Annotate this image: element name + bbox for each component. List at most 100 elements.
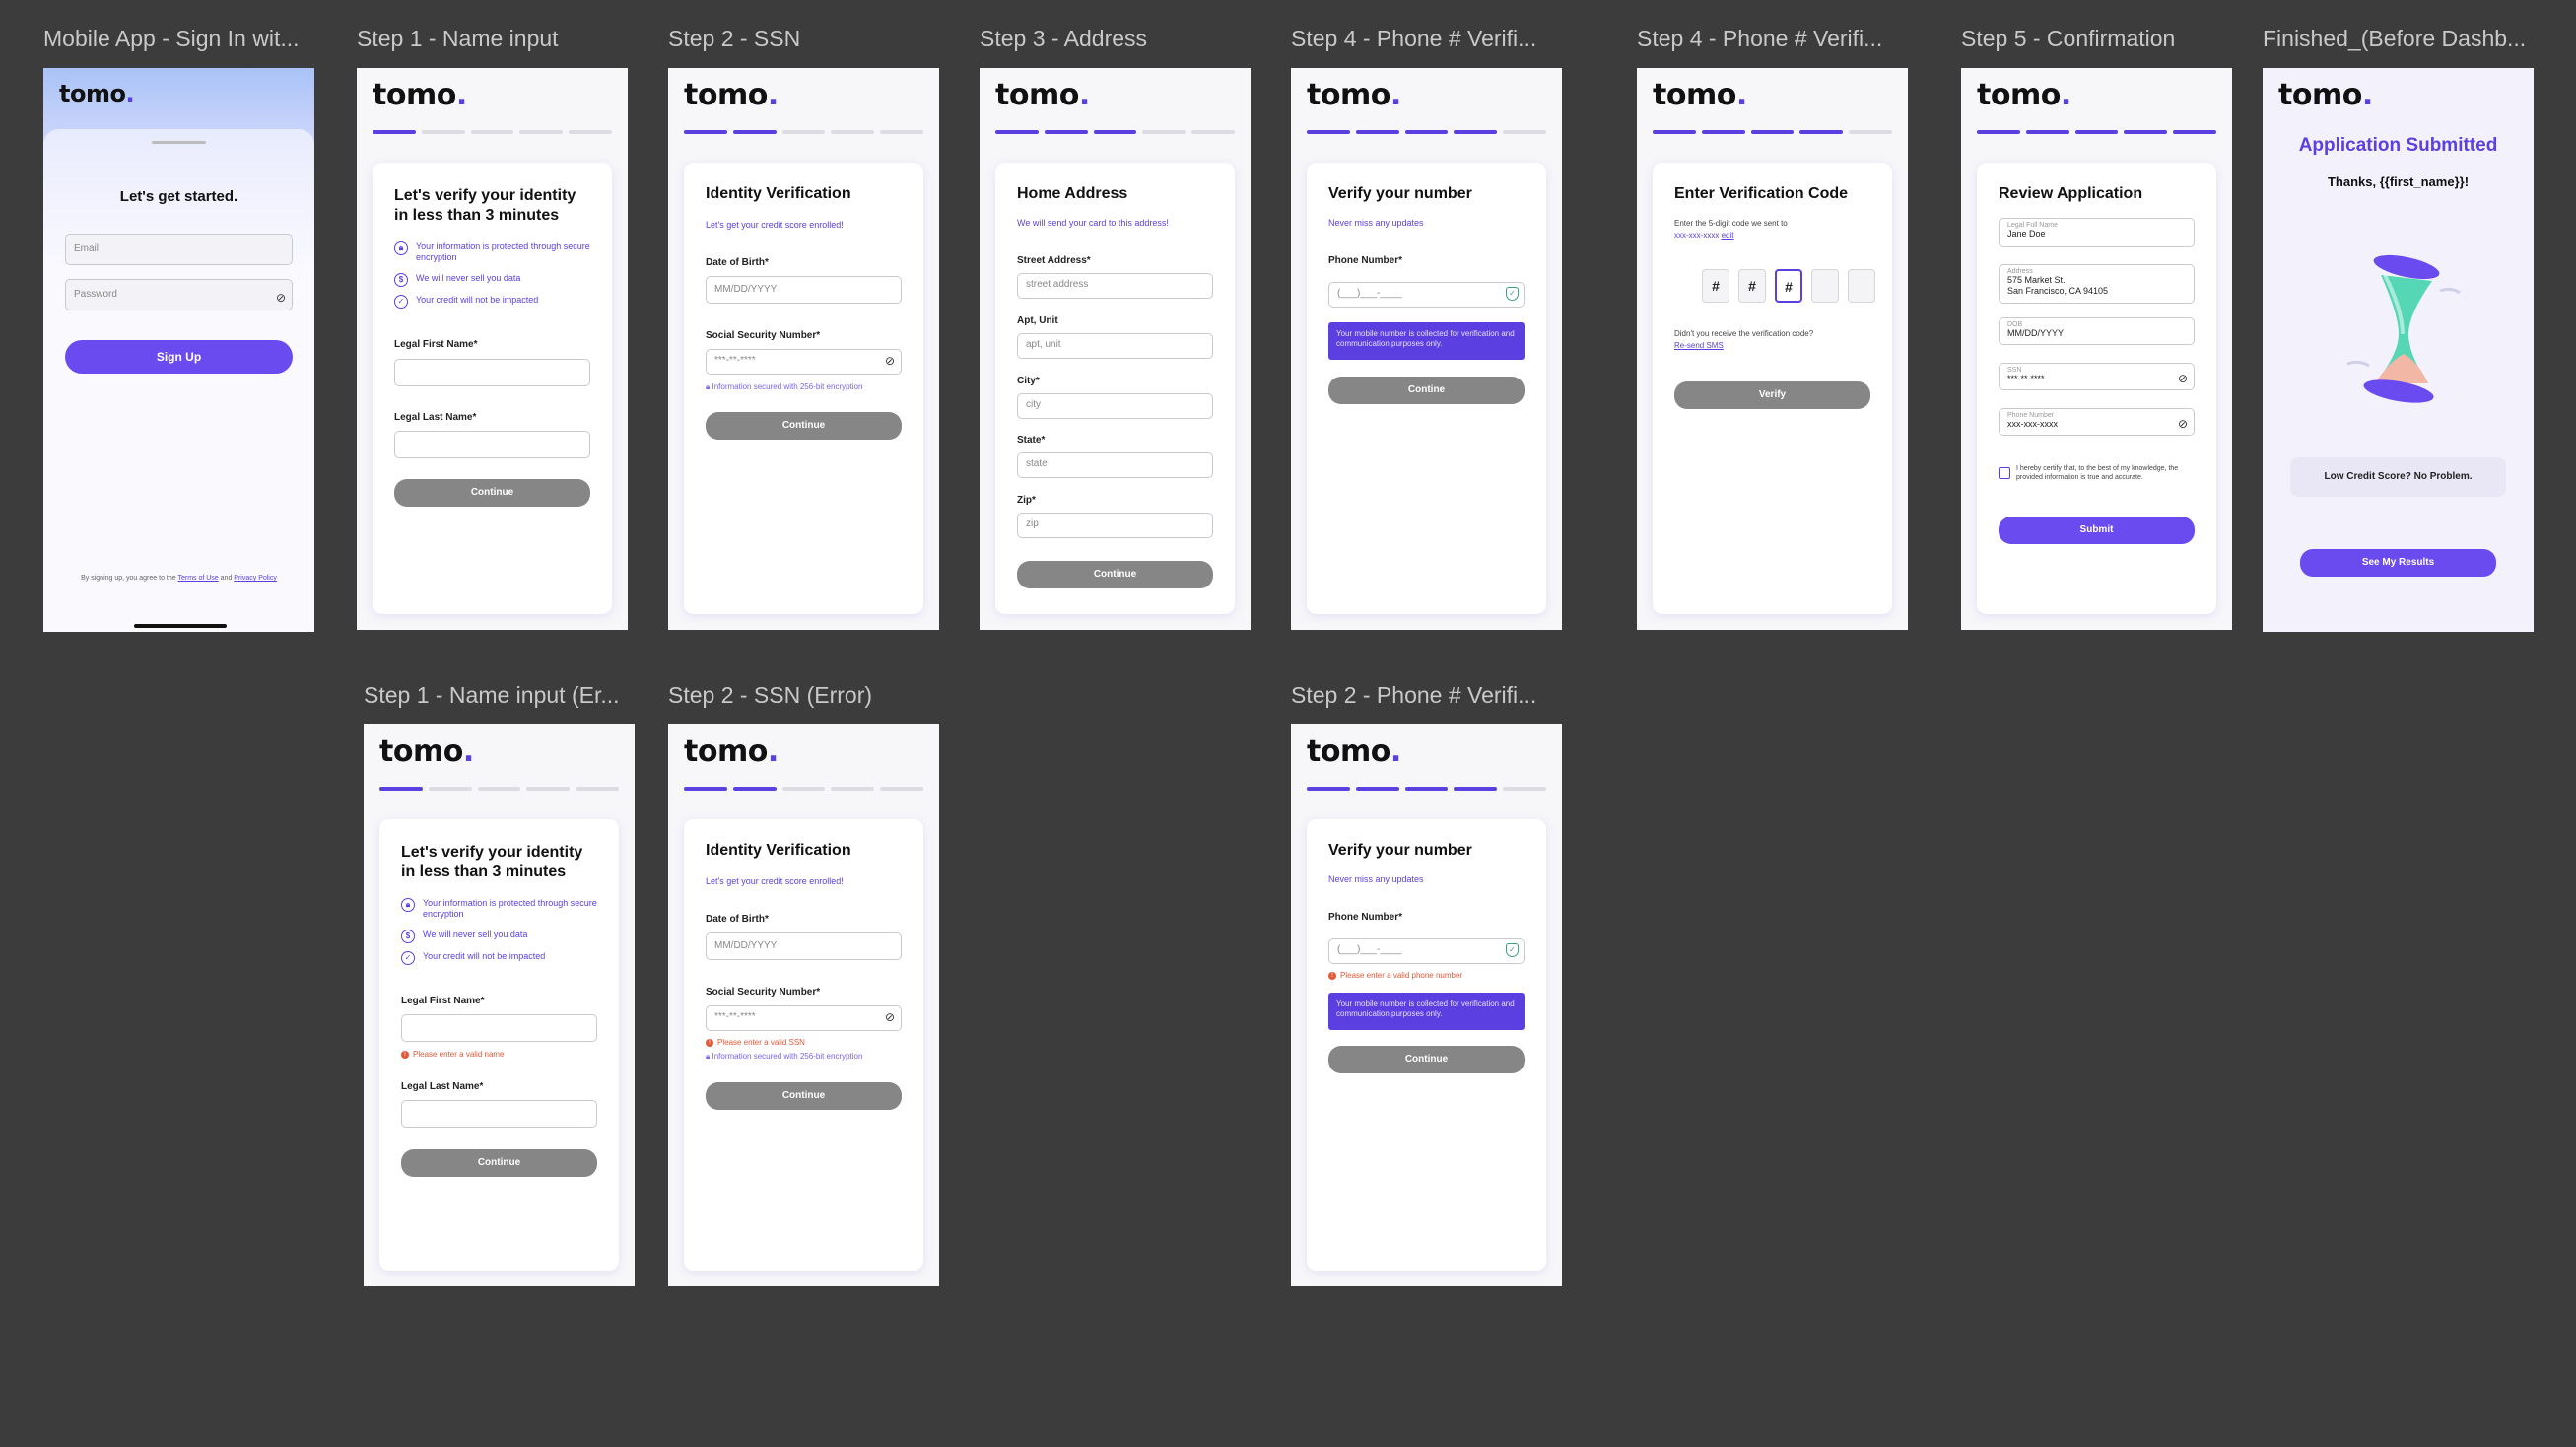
eye-slash-icon[interactable]: ⊘ bbox=[2178, 417, 2188, 431]
zip-input[interactable]: zip bbox=[1017, 513, 1213, 538]
phone-input[interactable]: (___)___-____ ✓ bbox=[1328, 938, 1525, 964]
continue-button[interactable]: Continue bbox=[401, 1149, 597, 1177]
lock-icon: 🔒︎ bbox=[401, 898, 415, 912]
privacy-link[interactable]: Privacy Policy bbox=[234, 575, 277, 582]
eye-slash-icon[interactable]: ⊘ bbox=[276, 288, 286, 308]
apt-label: Apt, Unit bbox=[1017, 315, 1058, 326]
review-address[interactable]: Address 575 Market St. San Francisco, CA … bbox=[1999, 264, 2195, 304]
street-label: Street Address* bbox=[1017, 255, 1091, 266]
ssn-input[interactable]: ***-**-**** ⊘ bbox=[706, 1005, 902, 1031]
frame-label-step2[interactable]: Step 2 - SSN bbox=[668, 26, 800, 52]
check-circle-icon: ✓ bbox=[401, 951, 415, 965]
review-ssn[interactable]: SSN ***-**-**** ⊘ bbox=[1999, 363, 2195, 390]
frame-label-step2-phone[interactable]: Step 2 - Phone # Verifi... bbox=[1291, 682, 1536, 709]
apt-input[interactable]: apt, unit bbox=[1017, 333, 1213, 359]
error-icon: ! bbox=[1328, 971, 1336, 980]
frame-step1-error: tomo. Let's verify your identity in less… bbox=[364, 724, 635, 1286]
dob-label: Date of Birth* bbox=[706, 914, 769, 925]
first-name-input[interactable] bbox=[394, 359, 590, 386]
eye-slash-icon[interactable]: ⊘ bbox=[2178, 372, 2188, 385]
frame-label-step4a[interactable]: Step 4 - Phone # Verifi... bbox=[1291, 26, 1536, 52]
instruction-text: Enter the 5-digit code we sent to bbox=[1674, 219, 1788, 228]
page-subtitle: Let's get your credit score enrolled! bbox=[706, 876, 844, 886]
check-circle-icon: ✓ bbox=[394, 295, 408, 309]
certify-checkbox[interactable] bbox=[1999, 467, 2010, 479]
code-digit-2[interactable]: # bbox=[1738, 269, 1766, 303]
last-name-input[interactable] bbox=[401, 1100, 597, 1128]
state-input[interactable]: state bbox=[1017, 452, 1213, 478]
first-name-label: Legal First Name* bbox=[394, 339, 478, 350]
progress-steps bbox=[684, 130, 923, 134]
field-value: Jane Doe bbox=[2007, 229, 2046, 239]
code-digit-5[interactable] bbox=[1848, 269, 1875, 303]
continue-button[interactable]: Contine bbox=[1328, 377, 1525, 404]
code-digit-3[interactable]: # bbox=[1775, 269, 1802, 303]
terms-link[interactable]: Terms of Use bbox=[177, 575, 218, 582]
shield-check-icon: ✓ bbox=[1506, 943, 1519, 957]
dob-input[interactable]: MM/DD/YYYY bbox=[706, 932, 902, 960]
frame-label-step1[interactable]: Step 1 - Name input bbox=[357, 26, 559, 52]
review-dob[interactable]: DOB MM/DD/YYYY bbox=[1999, 317, 2195, 345]
field-label: Address bbox=[2007, 268, 2033, 275]
bullet-encryption: 🔒︎ Your information is protected through … bbox=[401, 898, 597, 920]
continue-button[interactable]: Continue bbox=[1017, 561, 1213, 588]
frame-label-step4b[interactable]: Step 4 - Phone # Verifi... bbox=[1637, 26, 1882, 52]
edit-link[interactable]: edit bbox=[1722, 231, 1734, 240]
frame-signin: tomo. Let's get started. Email Password ⊘… bbox=[43, 68, 314, 632]
frame-label-step5[interactable]: Step 5 - Confirmation bbox=[1961, 26, 2175, 52]
ssn-input[interactable]: ***-**-**** ⊘ bbox=[706, 349, 902, 375]
frame-step3: tomo. Home Address We will send your car… bbox=[980, 68, 1251, 630]
street-input[interactable]: street address bbox=[1017, 273, 1213, 299]
eye-slash-icon[interactable]: ⊘ bbox=[885, 354, 895, 368]
secure-note: 🔒︎ Information secured with 256-bit encr… bbox=[706, 382, 863, 391]
frame-label-step2-error[interactable]: Step 2 - SSN (Error) bbox=[668, 682, 872, 709]
sign-up-button[interactable]: Sign Up bbox=[65, 340, 293, 374]
review-name[interactable]: Legal Full Name Jane Doe bbox=[1999, 218, 2195, 247]
page-subtitle: Never miss any updates bbox=[1328, 874, 1424, 884]
email-field[interactable]: Email bbox=[65, 234, 293, 265]
continue-button[interactable]: Continue bbox=[706, 1082, 902, 1110]
phone-input[interactable]: (___)___-____ ✓ bbox=[1328, 282, 1525, 308]
continue-button[interactable]: Continue bbox=[1328, 1046, 1525, 1073]
field-value: 575 Market St. San Francisco, CA 94105 bbox=[2007, 275, 2109, 296]
last-name-input[interactable] bbox=[394, 431, 590, 458]
frame-step5: tomo. Review Application Legal Full Name… bbox=[1961, 68, 2232, 630]
ssn-error: ! Please enter a valid SSN bbox=[706, 1038, 805, 1047]
form-card: Enter Verification Code Enter the 5-digi… bbox=[1653, 163, 1892, 614]
code-digit-4[interactable] bbox=[1811, 269, 1839, 303]
continue-button[interactable]: Continue bbox=[394, 479, 590, 507]
sheet-handle bbox=[152, 141, 206, 144]
progress-steps bbox=[684, 787, 923, 791]
first-name-input[interactable] bbox=[401, 1014, 597, 1042]
field-label: Legal Full Name bbox=[2007, 222, 2058, 229]
low-credit-pill[interactable]: Low Credit Score? No Problem. bbox=[2290, 457, 2506, 497]
dob-input[interactable]: MM/DD/YYYY bbox=[706, 276, 902, 304]
eye-slash-icon[interactable]: ⊘ bbox=[885, 1010, 895, 1024]
submit-button[interactable]: Submit bbox=[1999, 517, 2195, 544]
logo: tomo. bbox=[2278, 78, 2373, 112]
frame-label-finished[interactable]: Finished_(Before Dashb... bbox=[2263, 26, 2526, 52]
code-digit-1[interactable]: # bbox=[1702, 269, 1729, 303]
frame-label-signin[interactable]: Mobile App - Sign In wit... bbox=[43, 26, 300, 52]
city-input[interactable]: city bbox=[1017, 393, 1213, 419]
logo: tomo. bbox=[59, 80, 135, 107]
frame-label-step1-error[interactable]: Step 1 - Name input (Er... bbox=[364, 682, 620, 709]
verify-button[interactable]: Verify bbox=[1674, 381, 1870, 409]
form-card: Identity Verification Let's get your cre… bbox=[684, 163, 923, 614]
resend-link[interactable]: Re-send SMS bbox=[1674, 341, 1724, 350]
frame-label-step3[interactable]: Step 3 - Address bbox=[980, 26, 1147, 52]
see-results-button[interactable]: See My Results bbox=[2300, 549, 2496, 577]
logo: tomo. bbox=[1653, 78, 1747, 112]
dob-label: Date of Birth* bbox=[706, 257, 769, 268]
form-card: Identity Verification Let's get your cre… bbox=[684, 819, 923, 1271]
progress-steps bbox=[1653, 130, 1892, 134]
last-name-label: Legal Last Name* bbox=[401, 1081, 484, 1092]
page-title: Let's verify your identity in less than … bbox=[394, 187, 576, 224]
review-phone[interactable]: Phone Number xxx-xxx-xxxx ⊘ bbox=[1999, 408, 2195, 436]
bullet-credit: ✓ Your credit will not be impacted bbox=[401, 951, 597, 965]
field-label: DOB bbox=[2007, 321, 2023, 328]
password-field[interactable]: Password ⊘ bbox=[65, 279, 293, 310]
continue-button[interactable]: Continue bbox=[706, 412, 902, 440]
logo: tomo. bbox=[995, 78, 1090, 112]
progress-steps bbox=[373, 130, 612, 134]
